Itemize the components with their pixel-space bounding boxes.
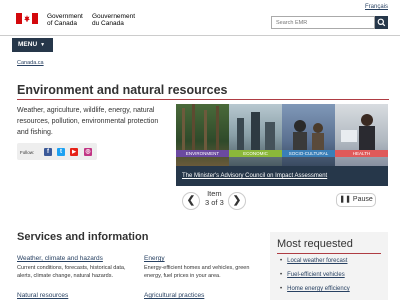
most-requested-heading: Most requested xyxy=(277,238,353,250)
most-requested-underline xyxy=(277,253,381,254)
most-requested-link-weather[interactable]: Local weather forecast xyxy=(280,258,347,264)
carousel-caption: The Minister's Advisory Council on Impac… xyxy=(176,166,388,186)
tag-socio-cultural: SOCIO-CULTURAL xyxy=(282,150,335,157)
carousel-position: Item 3 of 3 xyxy=(205,189,224,207)
most-requested-link-vehicles[interactable]: Fuel-efficient vehicles xyxy=(280,272,345,278)
social-follow-bar: Follow: f t ▶ ◎ xyxy=(17,143,97,160)
page-intro: Weather, agriculture, wildlife, energy, … xyxy=(17,107,159,136)
search-input[interactable] xyxy=(271,16,375,29)
page-title: Environment and natural resources xyxy=(17,83,228,97)
twitter-icon[interactable]: t xyxy=(57,148,65,156)
instagram-icon[interactable]: ◎ xyxy=(84,148,92,156)
tag-environment: ENVIRONMENT xyxy=(176,150,229,157)
carousel-caption-link[interactable]: The Minister's Advisory Council on Impac… xyxy=(182,173,327,179)
most-requested-panel: Most requested Local weather forecast Fu… xyxy=(270,232,388,300)
chevron-right-icon: ❯ xyxy=(232,195,242,206)
site-header: Government of Canada Gouvernement du Can… xyxy=(0,0,400,34)
tag-economic: ECONOMIC xyxy=(229,150,282,157)
feature-carousel[interactable]: ENVIRONMENT ECONOMIC SOCIO-CULTURAL HEAL… xyxy=(176,104,388,186)
chevron-down-icon: ▼ xyxy=(40,42,46,48)
language-toggle-link[interactable]: Français xyxy=(365,4,388,10)
carousel-item-label: Item xyxy=(207,189,222,198)
header-divider xyxy=(0,35,400,36)
youtube-icon[interactable]: ▶ xyxy=(70,148,78,156)
carousel-item-count: 3 of 3 xyxy=(205,198,224,207)
breadcrumb-link-canada[interactable]: Canada.ca xyxy=(17,60,44,66)
tag-health: HEALTH xyxy=(335,150,388,157)
menu-button[interactable]: MENU ▼ xyxy=(12,38,53,52)
menu-label: MENU xyxy=(18,41,38,48)
service-link-weather[interactable]: Weather, climate and hazards xyxy=(17,255,103,262)
service-link-agricultural-practices[interactable]: Agricultural practices xyxy=(144,292,204,299)
service-desc-energy: Energy-efficient homes and vehicles, gre… xyxy=(144,265,250,279)
chevron-left-icon: ❮ xyxy=(186,195,196,206)
carousel-prev-button[interactable]: ❮ xyxy=(182,192,200,210)
service-desc-weather: Current conditions, forecasts, historica… xyxy=(17,265,126,279)
service-link-natural-resources[interactable]: Natural resources xyxy=(17,292,68,299)
carousel-next-button[interactable]: ❯ xyxy=(228,192,246,210)
title-underline xyxy=(17,99,389,100)
government-signature-fr[interactable]: Gouvernement du Canada xyxy=(92,13,135,27)
services-heading: Services and information xyxy=(17,231,149,243)
search-button[interactable] xyxy=(375,16,388,29)
follow-label: Follow: xyxy=(20,150,35,155)
service-link-energy[interactable]: Energy xyxy=(144,255,165,262)
search-icon xyxy=(377,18,386,27)
most-requested-link-home-energy[interactable]: Home energy efficiency xyxy=(280,286,350,292)
government-signature-en[interactable]: Government of Canada xyxy=(47,13,83,27)
canada-flag-icon xyxy=(16,13,38,24)
carousel-pause-button[interactable]: ❚❚ Pause xyxy=(336,193,376,207)
facebook-icon[interactable]: f xyxy=(44,148,52,156)
